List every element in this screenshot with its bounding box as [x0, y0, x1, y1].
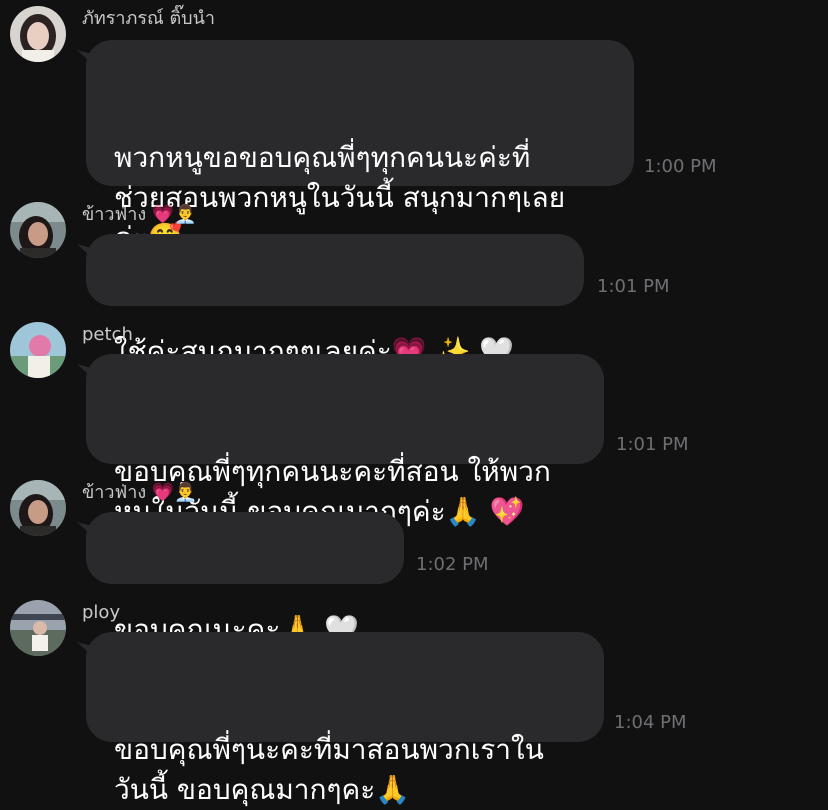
- message-text: ขอบคุณพี่ๆนะคะที่มาสอนพวกเราใน วันนี้ ขอ…: [114, 733, 544, 806]
- avatar-photo: [10, 480, 66, 536]
- message-bubble[interactable]: ขอบคุณพี่ๆนะคะที่มาสอนพวกเราใน วันนี้ ขอ…: [77, 632, 604, 806]
- avatar[interactable]: [10, 6, 66, 62]
- bubble-tail: [77, 642, 101, 664]
- bubble-tail: [77, 50, 101, 72]
- avatar-photo: [10, 322, 66, 378]
- message-timestamp: 1:01 PM: [616, 434, 689, 455]
- message-timestamp: 1:01 PM: [597, 276, 670, 297]
- message-timestamp: 1:02 PM: [416, 554, 489, 575]
- avatar[interactable]: [10, 480, 66, 536]
- avatar-photo: [10, 202, 66, 258]
- message-bubble[interactable]: พวกหนูขอขอบคุณพี่ๆทุกคนนะค่ะที่ ช่วยสอนพ…: [77, 40, 634, 254]
- sender-name: ภัทราภรณ์ ติ๊บนำ: [82, 8, 215, 29]
- message-bubble[interactable]: ขอบคุณนะคะ🙏 🤍: [77, 512, 404, 646]
- bubble-tail: [77, 244, 101, 266]
- sender-name: petch: [82, 324, 133, 345]
- sender-name: ploy: [82, 602, 121, 623]
- avatar[interactable]: [10, 600, 66, 656]
- avatar[interactable]: [10, 202, 66, 258]
- avatar-photo: [10, 6, 66, 62]
- sender-name: ข้าวฟ่าง 💗👨‍💼: [82, 204, 197, 225]
- avatar-photo: [10, 600, 66, 656]
- message-timestamp: 1:04 PM: [614, 712, 687, 733]
- message-timestamp: 1:00 PM: [644, 156, 717, 177]
- message-bubble[interactable]: ใช้ค่ะสนุกมากๆๆเลยค่ะ💗 ✨ 🤍: [77, 234, 584, 368]
- bubble-tail: [77, 364, 101, 386]
- avatar[interactable]: [10, 322, 66, 378]
- message-bubble[interactable]: ขอบคุณพี่ๆทุกคนนะคะที่สอน ให้พวก หนูในวั…: [77, 354, 604, 528]
- sender-name: ข้าวฟ่าง 💗👨‍💼: [82, 482, 197, 503]
- bubble-tail: [77, 522, 101, 544]
